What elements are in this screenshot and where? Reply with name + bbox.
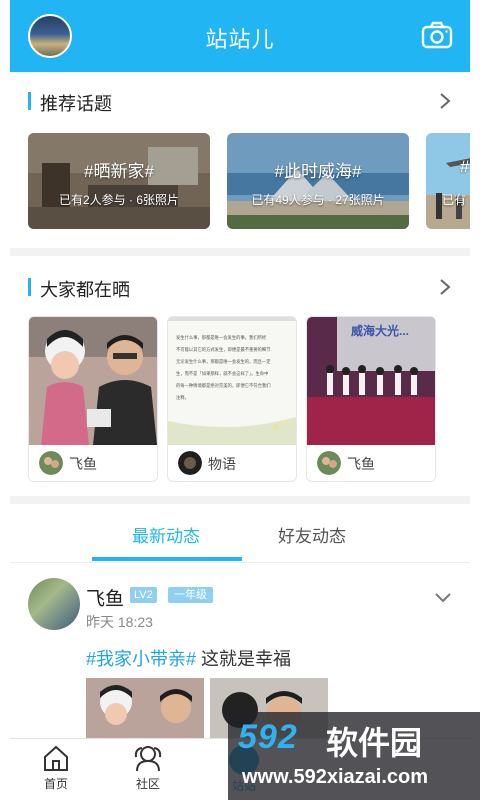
topic-carousel[interactable]: #晒新家# 已有2人参与 · 6张照片 #此时威海# 已有49人参与 · 27张… xyxy=(28,133,470,229)
app-screen: 站站儿 推荐话题 #晒新家# 已有2人参与 · 6张照片 #此时威海# 已有49… xyxy=(10,0,470,800)
tab-latest[interactable]: 最新动态 xyxy=(132,522,200,547)
topic-title: # xyxy=(460,157,470,176)
chevron-right-icon[interactable] xyxy=(438,92,452,110)
nav-community[interactable]: 社区 xyxy=(108,743,188,799)
top-bar: 站站儿 xyxy=(10,0,470,72)
post-text: 这就是幸福 xyxy=(196,649,292,669)
section-accent-bar xyxy=(28,278,31,296)
topic-title: #晒新家# xyxy=(84,162,154,181)
avatar[interactable] xyxy=(178,451,202,475)
tab-friends[interactable]: 好友动态 xyxy=(278,522,346,547)
post-photo[interactable] xyxy=(86,678,204,738)
section-title: 推荐话题 xyxy=(40,94,112,114)
share-photo-text: 发生什么事，那都是唯一会发生的事。我们所经 xyxy=(176,334,267,341)
topic-card[interactable]: #此时威海# 已有49人参与 · 27张照片 xyxy=(227,133,409,229)
share-card[interactable]: 威海大光... 飞鱼 xyxy=(306,316,436,482)
share-card[interactable]: 飞鱼 xyxy=(28,316,158,482)
avatar[interactable] xyxy=(39,451,63,475)
level-badge: LV2 xyxy=(130,587,157,603)
section-divider xyxy=(10,496,470,504)
stage-banner-text: 威海大光... xyxy=(351,323,409,338)
avatar[interactable] xyxy=(317,451,341,475)
topic-image xyxy=(426,133,470,229)
grade-badge: 一年级 xyxy=(168,587,213,603)
nav-community-label: 社区 xyxy=(135,777,160,791)
section-title: 大家都在晒 xyxy=(40,280,130,300)
watermark-logo: 592 xyxy=(238,718,298,756)
topic-meta: 已有2人参与 · 6张照片 xyxy=(58,193,179,207)
share-author[interactable]: 飞鱼 xyxy=(69,454,97,474)
share-photo: 发生什么事，那都是唯一会发生的事。我们所经 不可能以其它的方式发生，即便是最不重… xyxy=(168,317,296,445)
share-photo-text: 不可能以其它的方式发生，即便是最不重要的细节 xyxy=(176,346,271,353)
app-title: 站站儿 xyxy=(205,27,275,52)
post-content: #我家小带亲# 这就是幸福 xyxy=(86,645,291,671)
home-icon xyxy=(44,745,68,771)
share-photo-text: 生，而不是「如果那样，就不会这样了」。生命中 xyxy=(176,370,268,377)
nav-home[interactable]: 首页 xyxy=(16,743,96,799)
share-photo-text: 注释。 xyxy=(176,394,189,401)
share-photo-text: 的每一种情境都是绝对完美的，即便它不符合我们 xyxy=(176,382,271,389)
topic-card[interactable]: #晒新家# 已有2人参与 · 6张照片 xyxy=(28,133,210,229)
shares-section-header[interactable]: 大家都在晒 xyxy=(10,272,470,302)
topic-title: #此时威海# xyxy=(274,162,362,181)
share-photo: 威海大光... xyxy=(307,317,435,445)
chevron-right-icon[interactable] xyxy=(438,278,452,296)
community-icon xyxy=(134,746,162,772)
nav-home-label: 首页 xyxy=(43,777,68,791)
topic-meta: 已有 xyxy=(442,193,467,207)
post-author[interactable]: 飞鱼 xyxy=(86,584,124,611)
share-photo-text: 无论发生什么事，那都是唯一会发生的，而且一定 xyxy=(176,358,271,365)
share-author[interactable]: 飞鱼 xyxy=(347,454,375,474)
share-card[interactable]: 发生什么事，那都是唯一会发生的事。我们所经 不可能以其它的方式发生，即便是最不重… xyxy=(167,316,297,482)
section-divider xyxy=(10,248,470,256)
watermark-brand: 软件园 xyxy=(326,725,423,761)
section-accent-bar xyxy=(28,92,31,110)
share-carousel[interactable]: 飞鱼 发生什么事，那都是唯一会发生的事。我们所经 不可能以其它的方式发生，即便是… xyxy=(28,316,470,482)
post-hashtag[interactable]: #我家小带亲# xyxy=(86,649,196,669)
share-author[interactable]: 物语 xyxy=(208,454,236,474)
feed-tabs: 最新动态 好友动态 xyxy=(10,510,470,563)
topics-section-header[interactable]: 推荐话题 xyxy=(10,86,470,116)
topic-meta: 已有49人参与 · 27张照片 xyxy=(251,193,385,207)
watermark: 592 软件园 www.592xiazai.com xyxy=(228,712,480,800)
post-avatar[interactable] xyxy=(28,578,80,630)
camera-icon[interactable] xyxy=(420,20,454,52)
tab-indicator xyxy=(92,557,242,561)
share-photo xyxy=(29,317,157,445)
topic-card[interactable]: # 已有 xyxy=(426,133,470,229)
watermark-url: www.592xiazai.com xyxy=(242,766,429,788)
chevron-down-icon[interactable] xyxy=(434,592,452,604)
post-timestamp: 昨天 18:23 xyxy=(86,614,153,630)
